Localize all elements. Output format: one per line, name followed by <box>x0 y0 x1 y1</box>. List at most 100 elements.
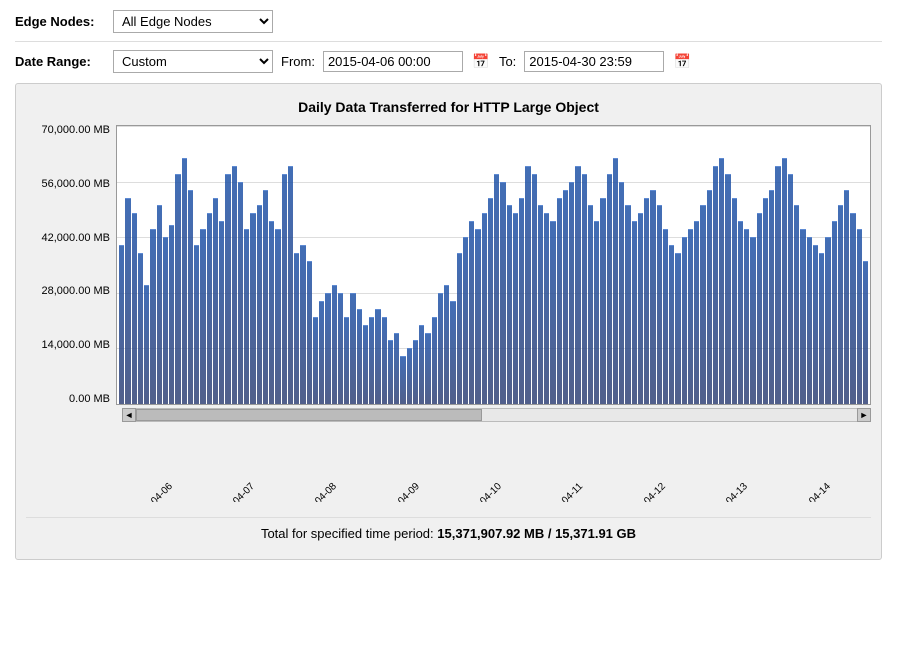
x-axis-label: 2015-04-09 <box>378 481 422 502</box>
bar <box>294 253 299 404</box>
bar <box>232 166 237 404</box>
bar <box>119 245 124 404</box>
bar <box>444 285 449 404</box>
bar <box>657 205 662 404</box>
x-axis-label: 2015-04-12 <box>624 481 668 502</box>
bar <box>794 205 799 404</box>
bar <box>238 182 243 404</box>
scroll-right-arrow[interactable]: ► <box>857 408 871 422</box>
date-range-select[interactable]: CustomLast 7 DaysLast 30 DaysLast 90 Day… <box>113 50 273 73</box>
bar <box>375 309 380 404</box>
bar <box>688 229 693 404</box>
bar <box>844 190 849 404</box>
bar <box>269 221 274 404</box>
x-axis-label: 2015-04-07 <box>213 481 257 502</box>
bar <box>694 221 699 404</box>
bar <box>432 317 437 404</box>
bar <box>488 198 493 405</box>
bar <box>732 198 737 405</box>
bar <box>513 213 518 404</box>
bar <box>319 301 324 404</box>
bar <box>619 182 624 404</box>
bar <box>182 158 187 404</box>
scroll-left-arrow[interactable]: ◄ <box>122 408 136 422</box>
bar <box>819 253 824 404</box>
chart-container: Daily Data Transferred for HTTP Large Ob… <box>15 83 882 560</box>
bar <box>838 205 843 404</box>
bar <box>400 356 405 404</box>
total-value: 15,371,907.92 MB / 15,371.91 GB <box>437 526 636 541</box>
bar <box>663 229 668 404</box>
y-axis-label: 42,000.00 MB <box>26 233 110 244</box>
bar <box>275 229 280 404</box>
bar <box>244 229 249 404</box>
bar <box>725 174 730 404</box>
x-axis-label: 2015-04-13 <box>706 481 750 502</box>
scrollbar-track[interactable] <box>136 408 857 422</box>
bar <box>357 309 362 404</box>
bar <box>582 174 587 404</box>
bar <box>507 205 512 404</box>
bar <box>613 158 618 404</box>
bar <box>207 213 212 404</box>
bar <box>369 317 374 404</box>
bar <box>863 261 868 404</box>
date-range-row: Date Range: CustomLast 7 DaysLast 30 Day… <box>15 50 882 73</box>
bar <box>525 166 530 404</box>
bar <box>407 348 412 404</box>
to-calendar-icon[interactable]: 📅 <box>672 52 692 72</box>
edge-nodes-label: Edge Nodes: <box>15 14 105 29</box>
bar <box>644 198 649 405</box>
bar <box>175 174 180 404</box>
bar <box>300 245 305 404</box>
bar <box>757 213 762 404</box>
bar <box>588 205 593 404</box>
bar <box>438 293 443 404</box>
x-axis-label: 2015-04-08 <box>295 481 339 502</box>
edge-nodes-select[interactable]: All Edge NodesEdge Node 1Edge Node 2 <box>113 10 273 33</box>
bar <box>632 221 637 404</box>
bar <box>850 213 855 404</box>
from-label: From: <box>281 54 315 69</box>
bar <box>363 325 368 404</box>
x-axis-label: 2015-04-10 <box>460 481 504 502</box>
bar <box>150 229 155 404</box>
bar <box>857 229 862 404</box>
bar <box>163 237 168 404</box>
to-date-input[interactable] <box>524 51 664 72</box>
bar <box>782 158 787 404</box>
bar <box>763 198 768 405</box>
from-calendar-icon[interactable]: 📅 <box>471 52 491 72</box>
controls-section: Edge Nodes: All Edge NodesEdge Node 1Edg… <box>15 10 882 73</box>
total-line: Total for specified time period: 15,371,… <box>26 517 871 549</box>
y-axis-label: 0.00 MB <box>26 394 110 405</box>
bar <box>475 229 480 404</box>
chart-area: 70,000.00 MB56,000.00 MB42,000.00 MB28,0… <box>26 125 871 405</box>
bar <box>138 253 143 404</box>
to-label: To: <box>499 54 516 69</box>
bar <box>738 221 743 404</box>
y-axis: 70,000.00 MB56,000.00 MB42,000.00 MB28,0… <box>26 125 116 405</box>
bar <box>382 317 387 404</box>
bar <box>250 213 255 404</box>
y-axis-label: 56,000.00 MB <box>26 179 110 190</box>
bar <box>700 205 705 404</box>
bar <box>463 237 468 404</box>
bars-wrapper <box>117 126 870 404</box>
bar <box>682 237 687 404</box>
bar <box>650 190 655 404</box>
bar <box>707 190 712 404</box>
bar <box>557 198 562 405</box>
bar <box>125 198 130 405</box>
scrollbar-thumb[interactable] <box>136 409 482 421</box>
from-date-input[interactable] <box>323 51 463 72</box>
y-axis-label: 28,000.00 MB <box>26 286 110 297</box>
x-axis-label: 2015-04-11 <box>542 481 585 502</box>
bar <box>638 213 643 404</box>
bar <box>338 293 343 404</box>
date-range-label: Date Range: <box>15 54 105 69</box>
bar <box>575 166 580 404</box>
bar <box>788 174 793 404</box>
bar <box>469 221 474 404</box>
bar <box>394 333 399 404</box>
